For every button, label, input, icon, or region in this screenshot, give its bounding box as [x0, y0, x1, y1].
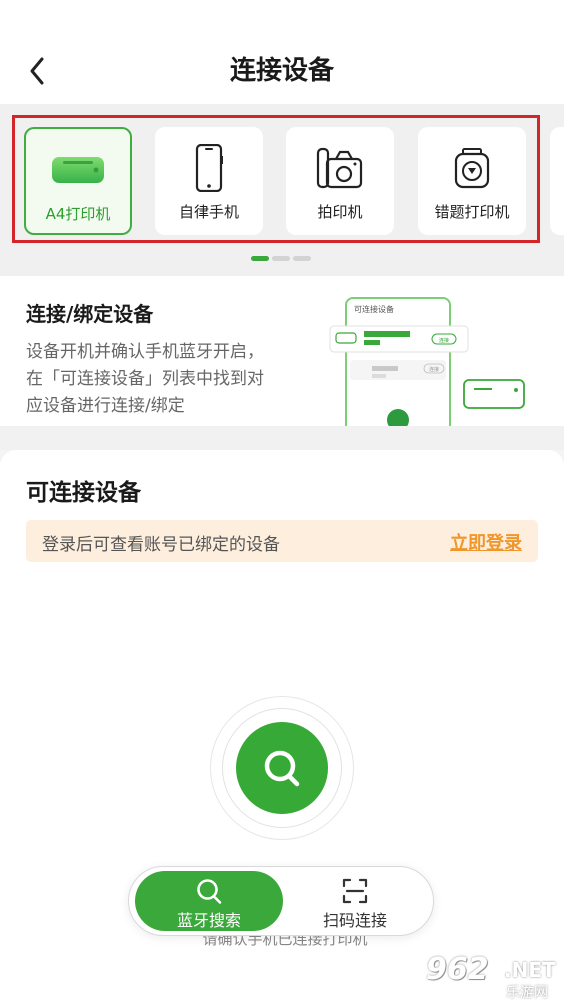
scan-icon: [342, 878, 368, 904]
page-dot: [272, 256, 290, 261]
tab-qr-connect[interactable]: 扫码连接: [285, 871, 425, 931]
bluetooth-search-button[interactable]: [236, 722, 328, 814]
connectable-title: 可连接设备: [26, 480, 141, 506]
tab-bluetooth-search[interactable]: 蓝牙搜索: [135, 871, 283, 931]
device-card-partial[interactable]: [550, 127, 564, 235]
connect-mode-toggle: 蓝牙搜索 扫码连接: [128, 866, 434, 936]
guide-title: 连接/绑定设备: [26, 302, 154, 326]
page-indicator: [251, 256, 313, 262]
login-notice-text: 登录后可查看账号已绑定的设备: [42, 535, 280, 555]
highlight-frame: [12, 115, 540, 243]
page-dot-active: [251, 256, 269, 261]
tab-bluetooth-label: 蓝牙搜索: [176, 911, 241, 930]
page-dot: [293, 256, 311, 261]
site-watermark: 962 .NET 乐游网: [426, 952, 556, 1001]
login-notice: 登录后可查看账号已绑定的设备 立即登录: [26, 520, 538, 562]
search-icon: [264, 750, 300, 787]
section-gap: [0, 426, 564, 450]
svg-text:连接: 连接: [439, 337, 449, 344]
search-icon: [197, 879, 222, 904]
page-title: 连接设备: [229, 56, 334, 86]
guide-description: 设备开机并确认手机蓝牙开启，在「可连接设备」列表中找到对应设备进行连接/绑定: [26, 342, 264, 416]
svg-text:连接: 连接: [429, 366, 439, 373]
illustration-card-title: 可连接设备: [354, 304, 394, 314]
tab-qr-label: 扫码连接: [322, 911, 387, 930]
guide-illustration: 可连接设备 连接 连接: [328, 296, 528, 439]
login-link[interactable]: 立即登录: [450, 529, 522, 555]
